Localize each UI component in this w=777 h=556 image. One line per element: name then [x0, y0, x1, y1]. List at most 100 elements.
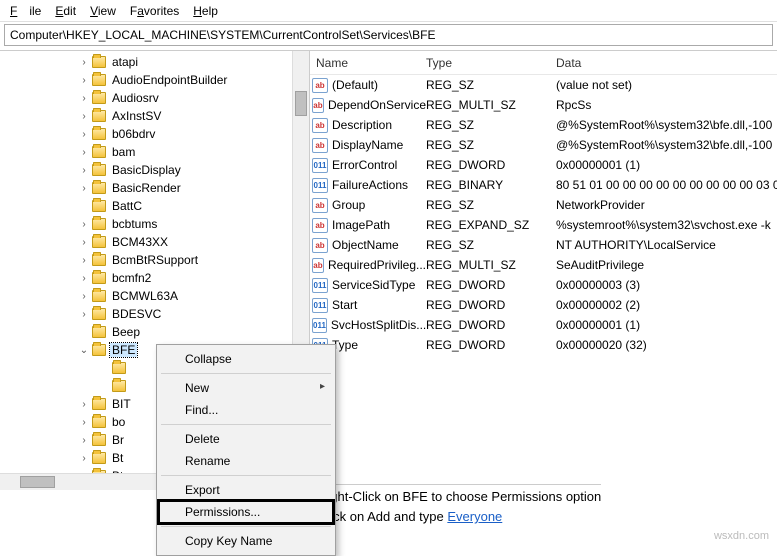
string-value-icon: ab	[312, 118, 328, 133]
value-row[interactable]: abDisplayNameREG_SZ@%SystemRoot%\system3…	[310, 135, 777, 155]
tree-item[interactable]: Beep	[0, 323, 309, 341]
tree-item-label: bam	[110, 145, 137, 159]
value-row[interactable]: ab(Default)REG_SZ(value not set)	[310, 75, 777, 95]
binary-value-icon: 011	[312, 278, 328, 293]
tree-item[interactable]: › BDESVC	[0, 305, 309, 323]
value-type: REG_MULTI_SZ	[426, 98, 556, 112]
value-name: ImagePath	[332, 218, 390, 232]
ctx-delete[interactable]: Delete	[159, 428, 333, 450]
value-data: 0x00000002 (2)	[556, 298, 777, 312]
scrollbar-thumb[interactable]	[20, 476, 55, 488]
value-row[interactable]: 011TypeREG_DWORD0x00000020 (32)	[310, 335, 777, 355]
ctx-collapse[interactable]: Collapse	[159, 348, 333, 370]
tree-item-label: BCM43XX	[110, 235, 170, 249]
value-row[interactable]: abDependOnServiceREG_MULTI_SZRpcSs	[310, 95, 777, 115]
tree-item[interactable]: ›BcmBtRSupport	[0, 251, 309, 269]
tree-item[interactable]: ›bcbtums	[0, 215, 309, 233]
chevron-right-icon[interactable]: ›	[78, 237, 90, 248]
chevron-right-icon[interactable]: ›	[78, 57, 90, 68]
value-row[interactable]: 011StartREG_DWORD0x00000002 (2)	[310, 295, 777, 315]
instruction-text: Right-Click on BFE to choose Permissions…	[318, 484, 601, 527]
value-row[interactable]: 011SvcHostSplitDis...REG_DWORD0x00000001…	[310, 315, 777, 335]
value-row[interactable]: 011FailureActionsREG_BINARY80 51 01 00 0…	[310, 175, 777, 195]
chevron-right-icon[interactable]: ›	[78, 309, 90, 320]
tree-item[interactable]: ›AudioEndpointBuilder	[0, 71, 309, 89]
value-row[interactable]: abImagePathREG_EXPAND_SZ%systemroot%\sys…	[310, 215, 777, 235]
ctx-permissions[interactable]: Permissions...	[159, 501, 333, 523]
value-type: REG_DWORD	[426, 158, 556, 172]
chevron-right-icon[interactable]: ›	[78, 453, 90, 464]
separator	[161, 475, 331, 476]
chevron-right-icon[interactable]: ›	[78, 165, 90, 176]
menu-edit[interactable]: Edit	[49, 2, 82, 20]
folder-icon	[92, 326, 106, 338]
value-row[interactable]: abObjectNameREG_SZNT AUTHORITY\LocalServ…	[310, 235, 777, 255]
split-view: ›atapi›AudioEndpointBuilder›Audiosrv›AxI…	[0, 50, 777, 490]
tree-item[interactable]: ›BCMWL63A	[0, 287, 309, 305]
tree-item[interactable]: ›BasicDisplay	[0, 161, 309, 179]
chevron-right-icon[interactable]: ›	[78, 183, 90, 194]
tree-item[interactable]: BattC	[0, 197, 309, 215]
value-row[interactable]: 011ErrorControlREG_DWORD0x00000001 (1)	[310, 155, 777, 175]
value-name: DependOnService	[328, 98, 426, 112]
value-row[interactable]: abRequiredPrivileg...REG_MULTI_SZSeAudit…	[310, 255, 777, 275]
value-type: REG_SZ	[426, 198, 556, 212]
chevron-right-icon[interactable]: ›	[78, 75, 90, 86]
chevron-right-icon[interactable]: ›	[78, 147, 90, 158]
tree-item-label: Beep	[110, 325, 142, 339]
tree-item[interactable]: ›AxInstSV	[0, 107, 309, 125]
column-header-type[interactable]: Type	[426, 56, 556, 70]
string-value-icon: ab	[312, 98, 324, 113]
separator	[161, 424, 331, 425]
ctx-export[interactable]: Export	[159, 479, 333, 501]
everyone-link[interactable]: Everyone	[447, 509, 502, 524]
value-data: SeAuditPrivilege	[556, 258, 777, 272]
tree-item[interactable]: › bam	[0, 143, 309, 161]
value-name: FailureActions	[332, 178, 408, 192]
chevron-right-icon[interactable]: ›	[78, 399, 90, 410]
ctx-copy-key-name[interactable]: Copy Key Name	[159, 530, 333, 552]
tree-item[interactable]: ›Audiosrv	[0, 89, 309, 107]
value-row[interactable]: abGroupREG_SZNetworkProvider	[310, 195, 777, 215]
folder-icon	[92, 128, 106, 140]
menu-view[interactable]: View	[84, 2, 122, 20]
tree-item-label: BDESVC	[110, 307, 163, 321]
chevron-right-icon[interactable]: ›	[78, 111, 90, 122]
value-row[interactable]: abDescriptionREG_SZ@%SystemRoot%\system3…	[310, 115, 777, 135]
value-type: REG_DWORD	[426, 278, 556, 292]
value-data: 0x00000001 (1)	[556, 318, 777, 332]
chevron-right-icon[interactable]: ›	[78, 291, 90, 302]
scrollbar-thumb[interactable]	[295, 91, 307, 116]
tree-item-label: BIT	[110, 397, 133, 411]
chevron-right-icon[interactable]: ›	[78, 93, 90, 104]
value-list[interactable]: ab(Default)REG_SZ(value not set)abDepend…	[310, 75, 777, 355]
ctx-find[interactable]: Find...	[159, 399, 333, 421]
folder-icon	[92, 434, 106, 446]
tree-item[interactable]: ›bcmfn2	[0, 269, 309, 287]
chevron-right-icon[interactable]: ›	[78, 129, 90, 140]
chevron-right-icon[interactable]: ›	[78, 219, 90, 230]
ctx-new[interactable]: New	[159, 377, 333, 399]
chevron-right-icon[interactable]: ›	[78, 417, 90, 428]
tree-item[interactable]: › BCM43XX	[0, 233, 309, 251]
chevron-right-icon[interactable]: ›	[78, 435, 90, 446]
chevron-right-icon[interactable]: ›	[78, 255, 90, 266]
separator	[161, 526, 331, 527]
menu-favorites[interactable]: Favorites	[124, 2, 185, 20]
value-row[interactable]: 011ServiceSidTypeREG_DWORD0x00000003 (3)	[310, 275, 777, 295]
folder-icon	[92, 110, 106, 122]
value-data: 0x00000001 (1)	[556, 158, 777, 172]
tree-item[interactable]: ›b06bdrv	[0, 125, 309, 143]
tree-item[interactable]: ›BasicRender	[0, 179, 309, 197]
tree-item[interactable]: ›atapi	[0, 53, 309, 71]
chevron-right-icon[interactable]: ›	[78, 273, 90, 284]
address-bar[interactable]: Computer\HKEY_LOCAL_MACHINE\SYSTEM\Curre…	[4, 24, 773, 46]
column-header-data[interactable]: Data	[556, 56, 777, 70]
string-value-icon: ab	[312, 138, 328, 153]
ctx-rename[interactable]: Rename	[159, 450, 333, 472]
menu-help[interactable]: Help	[187, 2, 224, 20]
menu-file[interactable]: File	[4, 2, 47, 20]
string-value-icon: ab	[312, 238, 328, 253]
chevron-down-icon[interactable]: ⌄	[78, 345, 90, 356]
column-header-name[interactable]: Name	[310, 56, 426, 70]
